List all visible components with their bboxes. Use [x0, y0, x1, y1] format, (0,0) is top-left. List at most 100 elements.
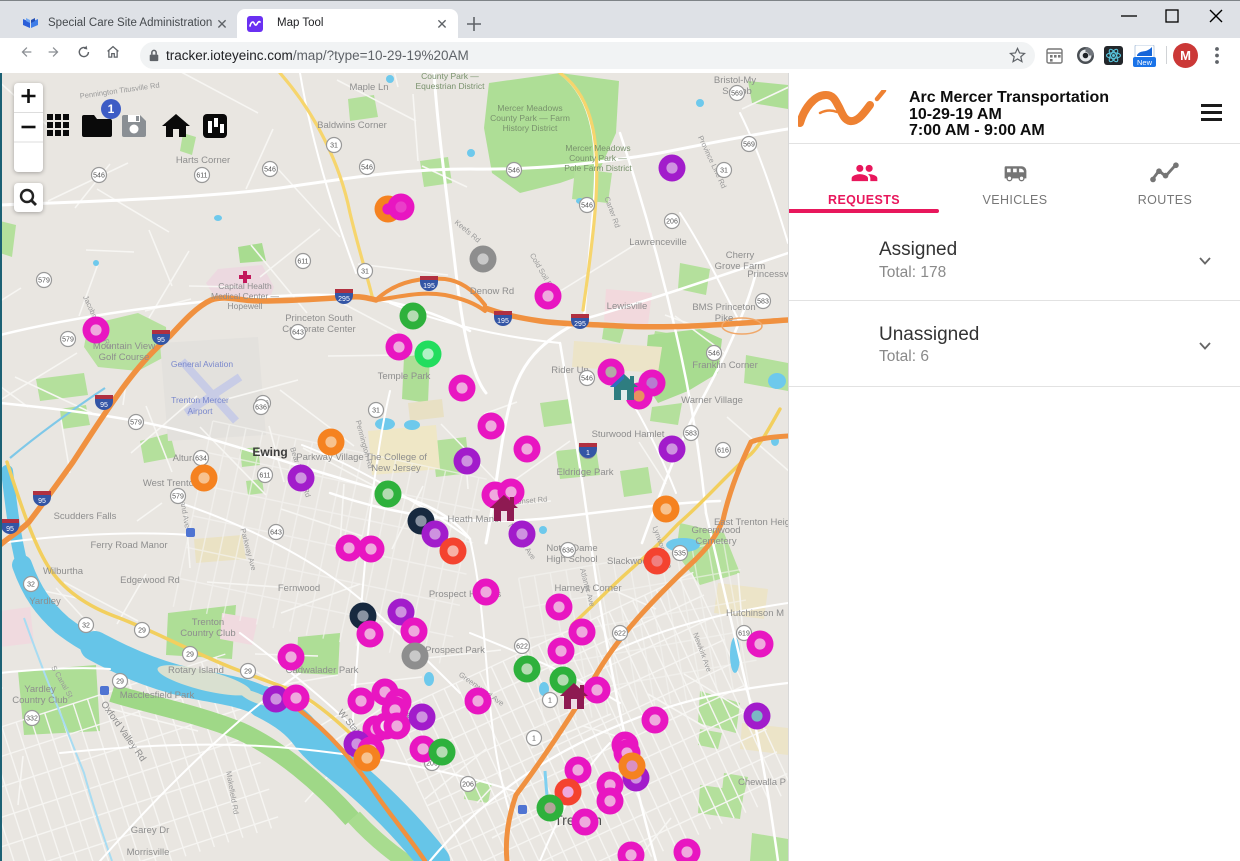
svg-text:Franklin Corner: Franklin Corner	[692, 360, 757, 371]
svg-text:29: 29	[186, 652, 194, 659]
svg-text:622: 622	[516, 644, 528, 651]
svg-text:Greenwood: Greenwood	[691, 525, 740, 536]
svg-text:636: 636	[562, 548, 574, 555]
svg-text:Bristol-My: Bristol-My	[714, 75, 756, 86]
svg-text:569: 569	[743, 142, 755, 149]
svg-text:579: 579	[130, 420, 142, 427]
svg-text:619: 619	[738, 631, 750, 638]
svg-text:County Park —: County Park —	[569, 153, 627, 163]
svg-text:32: 32	[82, 623, 90, 630]
svg-text:295: 295	[574, 321, 586, 328]
svg-text:Country Club: Country Club	[180, 628, 235, 639]
svg-text:Chewalla P: Chewalla P	[738, 777, 786, 788]
svg-text:Temple Park: Temple Park	[378, 371, 431, 382]
svg-text:Garey Dr: Garey Dr	[131, 825, 170, 836]
svg-text:Princeton South: Princeton South	[285, 313, 353, 324]
svg-text:Airport: Airport	[187, 406, 213, 416]
svg-text:Lawrenceville: Lawrenceville	[629, 237, 687, 248]
svg-text:611: 611	[297, 259, 308, 266]
svg-text:29: 29	[138, 628, 146, 635]
svg-text:Pike: Pike	[715, 313, 733, 324]
svg-text:29: 29	[244, 669, 252, 676]
svg-text:Trenton Mercer: Trenton Mercer	[171, 395, 229, 405]
svg-text:546: 546	[708, 351, 720, 358]
svg-text:31: 31	[361, 269, 369, 276]
svg-text:32: 32	[27, 582, 35, 589]
svg-text:Equestrian District: Equestrian District	[416, 81, 486, 91]
svg-text:Cherry: Cherry	[726, 250, 755, 261]
svg-text:611: 611	[259, 473, 270, 480]
svg-text:Rotary Island: Rotary Island	[168, 665, 224, 676]
svg-text:616: 616	[717, 448, 729, 455]
svg-text:Ewing: Ewing	[252, 445, 287, 459]
svg-text:Baldwins Corner: Baldwins Corner	[317, 120, 387, 131]
svg-text:Warner Village: Warner Village	[681, 395, 743, 406]
svg-text:Country Club: Country Club	[12, 695, 67, 706]
svg-text:Medical Center —: Medical Center —	[211, 291, 280, 301]
svg-text:General Aviation: General Aviation	[171, 359, 233, 369]
svg-text:Lewisville: Lewisville	[607, 301, 648, 312]
svg-text:95: 95	[100, 402, 108, 409]
svg-text:County Park — Farm: County Park — Farm	[490, 113, 570, 123]
svg-text:583: 583	[685, 431, 697, 438]
svg-text:Morrisville: Morrisville	[127, 847, 170, 858]
svg-text:622: 622	[614, 631, 626, 638]
svg-text:Mercer Meadows: Mercer Meadows	[497, 103, 562, 113]
svg-text:95: 95	[157, 337, 165, 344]
svg-text:332: 332	[26, 716, 38, 723]
svg-text:535: 535	[674, 551, 686, 558]
svg-text:Wilburtha: Wilburtha	[43, 566, 84, 577]
svg-text:569: 569	[731, 91, 743, 98]
svg-text:546: 546	[508, 168, 520, 175]
svg-text:1: 1	[532, 736, 536, 743]
svg-text:1: 1	[586, 450, 590, 457]
svg-text:579: 579	[38, 278, 50, 285]
svg-text:611: 611	[196, 173, 207, 180]
svg-text:Maple Ln: Maple Ln	[349, 82, 388, 93]
svg-text:546: 546	[581, 203, 593, 210]
svg-text:New Jersey: New Jersey	[371, 463, 421, 474]
svg-text:County Park —: County Park —	[421, 73, 479, 81]
svg-text:643: 643	[270, 530, 282, 537]
svg-text:643: 643	[292, 330, 304, 337]
svg-text:29: 29	[116, 679, 124, 686]
svg-text:Harts Corner: Harts Corner	[176, 155, 230, 166]
svg-text:Cemetery: Cemetery	[695, 536, 736, 547]
svg-text:579: 579	[172, 494, 184, 501]
svg-text:BMS Princeton: BMS Princeton	[692, 302, 755, 313]
svg-text:95: 95	[38, 498, 46, 505]
svg-text:History District: History District	[503, 123, 558, 133]
svg-text:583: 583	[757, 299, 769, 306]
svg-text:1: 1	[548, 698, 552, 705]
svg-text:Pole Farm District: Pole Farm District	[564, 163, 632, 173]
svg-text:Golf Course: Golf Course	[99, 352, 150, 363]
svg-text:636: 636	[255, 405, 267, 412]
svg-text:195: 195	[497, 318, 509, 325]
svg-text:206: 206	[666, 219, 678, 226]
svg-text:Eldridge Park: Eldridge Park	[556, 467, 613, 478]
svg-text:31: 31	[372, 408, 380, 415]
svg-text:Grove Farm: Grove Farm	[715, 261, 766, 272]
svg-text:Yardley: Yardley	[24, 684, 56, 695]
svg-text:New: New	[1137, 58, 1153, 67]
svg-text:Edgewood Rd: Edgewood Rd	[120, 575, 180, 586]
svg-text:634: 634	[195, 456, 207, 463]
svg-text:Ferry Road Manor: Ferry Road Manor	[90, 540, 167, 551]
svg-text:Prospect Park: Prospect Park	[425, 645, 485, 656]
svg-text:Yardley: Yardley	[29, 596, 61, 607]
svg-text:31: 31	[330, 143, 338, 150]
svg-text:Sturwood Hamlet: Sturwood Hamlet	[592, 429, 665, 440]
svg-text:31: 31	[720, 168, 728, 175]
svg-text:546: 546	[93, 173, 105, 180]
svg-text:Macclesfield Park: Macclesfield Park	[120, 690, 195, 701]
svg-text:Hutchinson M: Hutchinson M	[726, 608, 784, 619]
svg-text:546: 546	[264, 167, 276, 174]
svg-text:206: 206	[462, 782, 474, 789]
svg-text:95: 95	[6, 526, 14, 533]
svg-text:Trenton: Trenton	[192, 617, 224, 628]
svg-text:Scudders Falls: Scudders Falls	[54, 511, 117, 522]
svg-text:Mercer Meadows: Mercer Meadows	[565, 143, 630, 153]
svg-text:579: 579	[62, 337, 74, 344]
svg-text:Hopewell: Hopewell	[228, 301, 263, 311]
svg-text:Denow Rd: Denow Rd	[470, 286, 514, 297]
